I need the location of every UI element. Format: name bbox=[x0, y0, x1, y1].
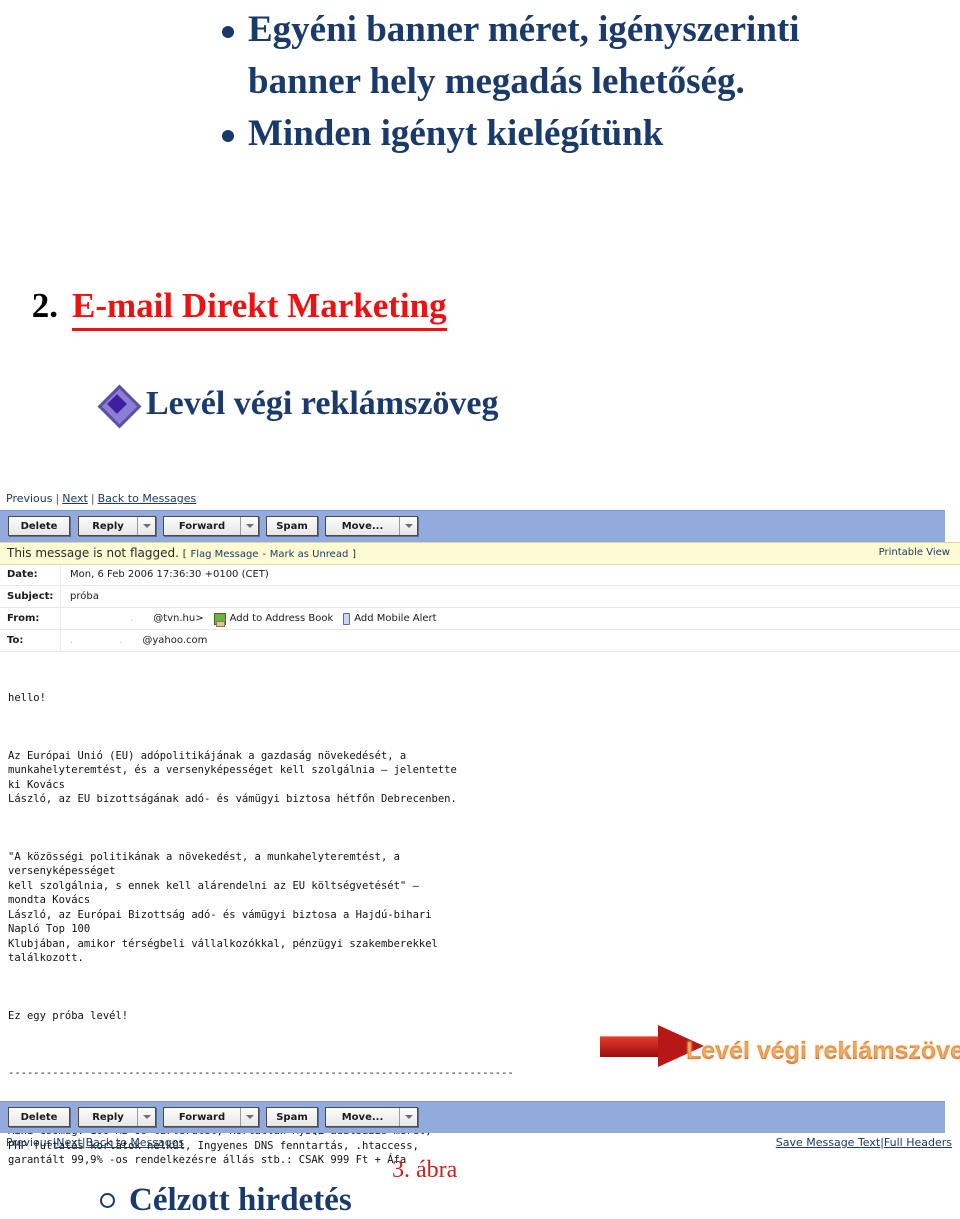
mobile-phone-icon[interactable] bbox=[343, 612, 351, 625]
printable-view-link[interactable]: Printable View bbox=[879, 547, 950, 558]
from-address: @tvn.hu> bbox=[153, 613, 204, 624]
section-heading: 2. E-mail Direkt Marketing bbox=[0, 286, 447, 331]
bullet-dot-icon bbox=[222, 26, 234, 38]
to-address: @yahoo.com bbox=[142, 635, 208, 646]
nav-separator: | bbox=[55, 492, 60, 505]
sub-heading: Levél végi reklámszöveg bbox=[97, 384, 499, 429]
footer-nav-left: Previous|Next|Back to Messages bbox=[6, 1136, 184, 1149]
table-row: Date: Mon, 6 Feb 2006 17:36:30 +0100 (CE… bbox=[0, 564, 960, 586]
subject-label: Subject: bbox=[7, 591, 54, 602]
flag-message-link[interactable]: Flag Message bbox=[190, 549, 258, 560]
table-row: From: . @tvn.hu> Add to Address Book Add … bbox=[0, 608, 960, 630]
table-row: Subject: próba bbox=[0, 586, 960, 608]
back-to-messages-link[interactable]: Back to Messages bbox=[98, 492, 197, 505]
flag-status-text: This message is not flagged. [ Flag Mess… bbox=[7, 546, 356, 560]
chevron-down-icon[interactable] bbox=[399, 1108, 417, 1126]
section-number: 2. bbox=[31, 286, 58, 325]
body-greeting: hello! bbox=[8, 692, 46, 704]
bracket-open: [ bbox=[182, 549, 187, 560]
address-dot: . bbox=[70, 635, 74, 646]
body-paragraph-1: Az Európai Unió (EU) adópolitikájának a … bbox=[8, 749, 457, 806]
next-link-bottom[interactable]: Next bbox=[56, 1136, 82, 1149]
message-header-table: Date: Mon, 6 Feb 2006 17:36:30 +0100 (CE… bbox=[0, 564, 960, 652]
address-dot: . bbox=[119, 635, 123, 646]
figure-caption: 3. ábra bbox=[392, 1157, 458, 1183]
annotation-callout: Levél végi reklámszöveg bbox=[600, 1016, 960, 1096]
to-label: To: bbox=[7, 635, 24, 646]
dash-separator: - bbox=[262, 549, 266, 560]
chevron-down-icon[interactable] bbox=[240, 1108, 258, 1126]
spam-button-bottom[interactable]: Spam bbox=[266, 1107, 318, 1127]
hollow-bullet-icon bbox=[100, 1193, 115, 1208]
reply-button-bottom[interactable]: Reply bbox=[78, 1107, 156, 1127]
move-button-label: Move... bbox=[341, 1111, 384, 1123]
diamond-bullet-icon bbox=[97, 384, 142, 429]
chevron-down-icon[interactable] bbox=[137, 1108, 155, 1126]
reply-button-label: Reply bbox=[92, 520, 124, 532]
from-value-cell: . @tvn.hu> Add to Address Book Add Mobile… bbox=[60, 608, 960, 629]
bullet-text: Célzott hirdetés bbox=[129, 1182, 352, 1218]
table-row: To: .. @yahoo.com bbox=[0, 630, 960, 652]
mail-toolbar-bottom: Delete Reply Forward Spam Move... bbox=[0, 1101, 945, 1133]
chevron-down-icon[interactable] bbox=[137, 517, 155, 535]
flag-status-label: This message is not flagged. bbox=[7, 546, 179, 560]
save-message-text-link[interactable]: Save Message Text bbox=[776, 1136, 880, 1149]
breadcrumb: Previous | Next | Back to Messages bbox=[6, 492, 196, 505]
list-item: Minden igényt kielégítünk bbox=[222, 108, 842, 160]
previous-link-bottom[interactable]: Previous bbox=[6, 1136, 53, 1149]
annotation-label: Levél végi reklámszöveg bbox=[686, 1037, 960, 1066]
forward-button-label: Forward bbox=[178, 520, 226, 532]
delete-button-bottom[interactable]: Delete bbox=[8, 1107, 70, 1127]
mark-as-unread-link[interactable]: Mark as Unread bbox=[270, 549, 349, 560]
address-book-icon[interactable] bbox=[213, 612, 226, 627]
forward-button-bottom[interactable]: Forward bbox=[163, 1107, 259, 1127]
delete-button[interactable]: Delete bbox=[8, 516, 70, 536]
from-label: From: bbox=[7, 613, 40, 624]
reply-button[interactable]: Reply bbox=[78, 516, 156, 536]
flag-status-bar: This message is not flagged. [ Flag Mess… bbox=[0, 542, 960, 565]
address-dot: . bbox=[130, 613, 134, 624]
move-button[interactable]: Move... bbox=[325, 516, 418, 536]
move-button-label: Move... bbox=[341, 520, 384, 532]
spam-button[interactable]: Spam bbox=[266, 516, 318, 536]
body-paragraph-2: "A közösségi politikának a növekedést, a… bbox=[8, 850, 438, 965]
slide-bullet-list: Egyéni banner méret, igényszerinti banne… bbox=[222, 4, 842, 160]
bullet-dot-icon bbox=[222, 130, 234, 142]
list-item: Célzott hirdetés bbox=[100, 1182, 352, 1219]
previous-link[interactable]: Previous bbox=[6, 492, 53, 505]
add-to-address-book-link[interactable]: Add to Address Book bbox=[230, 613, 334, 624]
date-label: Date: bbox=[7, 569, 38, 580]
add-mobile-alert-link[interactable]: Add Mobile Alert bbox=[354, 613, 436, 624]
back-to-messages-link-bottom[interactable]: Back to Messages bbox=[86, 1136, 185, 1149]
list-item: Egyéni banner méret, igényszerinti banne… bbox=[222, 4, 842, 108]
to-value-cell: .. @yahoo.com bbox=[60, 630, 960, 651]
reply-button-label: Reply bbox=[92, 1111, 124, 1123]
bullet-text: Egyéni banner méret, igényszerinti banne… bbox=[248, 9, 800, 102]
chevron-down-icon[interactable] bbox=[399, 517, 417, 535]
bullet-text: Minden igényt kielégítünk bbox=[248, 113, 664, 154]
subject-value: próba bbox=[60, 586, 960, 607]
full-headers-link[interactable]: Full Headers bbox=[884, 1136, 952, 1149]
page-title: E-mail Direkt Marketing bbox=[72, 286, 447, 331]
forward-button[interactable]: Forward bbox=[163, 516, 259, 536]
bracket-close: ] bbox=[352, 549, 357, 560]
mail-toolbar-top: Delete Reply Forward Spam Move... bbox=[0, 510, 945, 542]
footer-nav-right: Save Message Text|Full Headers bbox=[776, 1136, 952, 1149]
nav-separator: | bbox=[90, 492, 95, 505]
chevron-down-icon[interactable] bbox=[240, 517, 258, 535]
sub-heading-label: Levél végi reklámszöveg bbox=[146, 385, 499, 422]
forward-button-label: Forward bbox=[178, 1111, 226, 1123]
move-button-bottom[interactable]: Move... bbox=[325, 1107, 418, 1127]
next-link[interactable]: Next bbox=[62, 492, 88, 505]
date-value: Mon, 6 Feb 2006 17:36:30 +0100 (CET) bbox=[60, 564, 960, 585]
